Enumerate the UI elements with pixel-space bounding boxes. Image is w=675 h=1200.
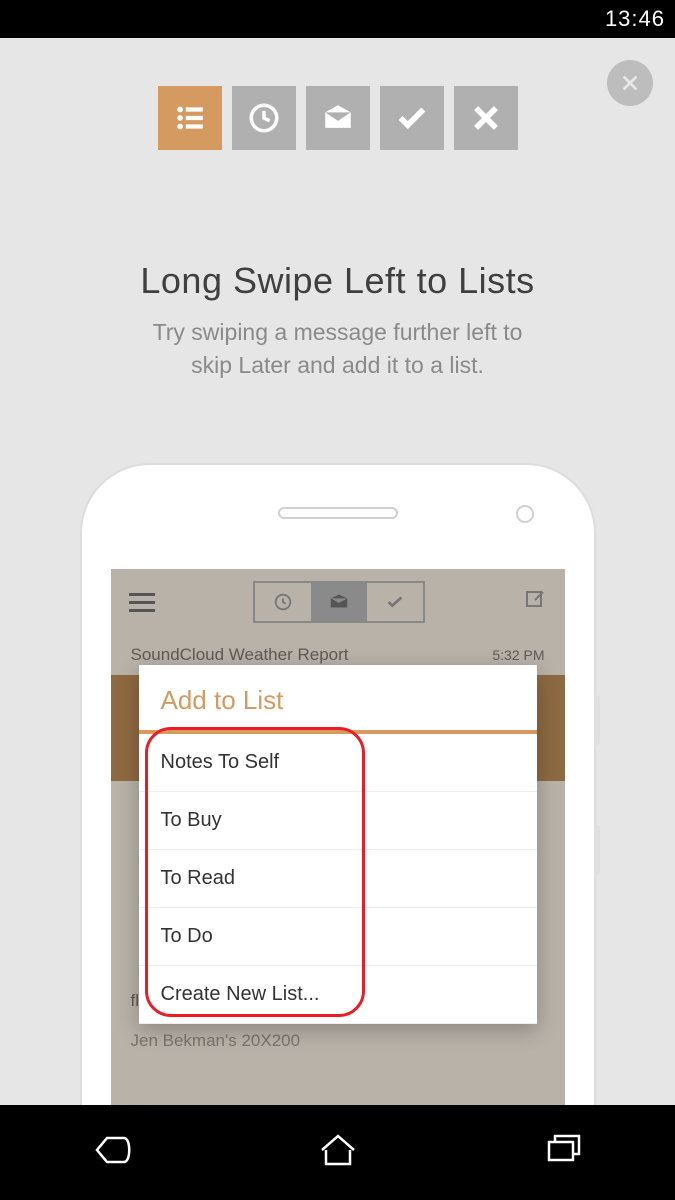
close-icon: [619, 72, 641, 94]
clock-icon: [272, 591, 294, 613]
app-header: [111, 569, 565, 635]
tutorial-tabs: [0, 86, 675, 150]
phone-speaker: [278, 507, 398, 519]
close-button[interactable]: [607, 60, 653, 106]
list-option-todo[interactable]: To Do: [139, 908, 537, 966]
tutorial-title: Long Swipe Left to Lists: [0, 260, 675, 302]
message-sender: SoundCloud Weather Report: [131, 645, 493, 665]
inbox-icon: [328, 591, 350, 613]
back-button[interactable]: [89, 1126, 137, 1179]
x-icon: [469, 101, 503, 135]
tutorial-subtitle: Try swiping a message further left to sk…: [0, 316, 675, 383]
seg-later[interactable]: [255, 583, 311, 621]
add-to-list-modal: Add to List Notes To Self To Buy To Read…: [139, 665, 537, 1024]
check-icon: [384, 591, 406, 613]
seg-inbox[interactable]: [311, 583, 367, 621]
segment-control: [253, 581, 425, 623]
phone-mock: SoundCloud Weather Report 5:32 PM flight…: [82, 465, 594, 1105]
tab-inbox[interactable]: [306, 86, 370, 150]
menu-button[interactable]: [129, 593, 155, 612]
clock-text: 13:46: [605, 6, 665, 32]
list-option-create[interactable]: Create New List...: [139, 966, 537, 1024]
tutorial-overlay: Long Swipe Left to Lists Try swiping a m…: [0, 38, 675, 1105]
list-option-buy[interactable]: To Buy: [139, 792, 537, 850]
phone-side-button: [594, 695, 600, 745]
recents-button[interactable]: [539, 1126, 587, 1179]
home-button[interactable]: [314, 1126, 362, 1179]
list-option-notes[interactable]: Notes To Self: [139, 734, 537, 792]
compose-button[interactable]: [523, 588, 547, 617]
home-icon: [314, 1126, 362, 1174]
message-row[interactable]: Jen Bekman's 20X200: [111, 1021, 565, 1061]
modal-title: Add to List: [139, 665, 537, 730]
tab-delete[interactable]: [454, 86, 518, 150]
seg-archive[interactable]: [367, 583, 423, 621]
list-icon: [173, 101, 207, 135]
tab-later[interactable]: [232, 86, 296, 150]
list-option-read[interactable]: To Read: [139, 850, 537, 908]
android-nav-bar: [0, 1105, 675, 1200]
phone-screen: SoundCloud Weather Report 5:32 PM flight…: [111, 569, 565, 1105]
phone-side-button: [594, 825, 600, 875]
phone-camera: [516, 505, 534, 523]
back-icon: [89, 1126, 137, 1174]
inbox-icon: [321, 101, 355, 135]
compose-icon: [523, 588, 547, 612]
check-icon: [395, 101, 429, 135]
clock-icon: [247, 101, 281, 135]
android-status-bar: 13:46: [0, 0, 675, 38]
tab-archive[interactable]: [380, 86, 444, 150]
tab-lists[interactable]: [158, 86, 222, 150]
recents-icon: [539, 1126, 587, 1174]
message-time: 5:32 PM: [492, 647, 544, 663]
